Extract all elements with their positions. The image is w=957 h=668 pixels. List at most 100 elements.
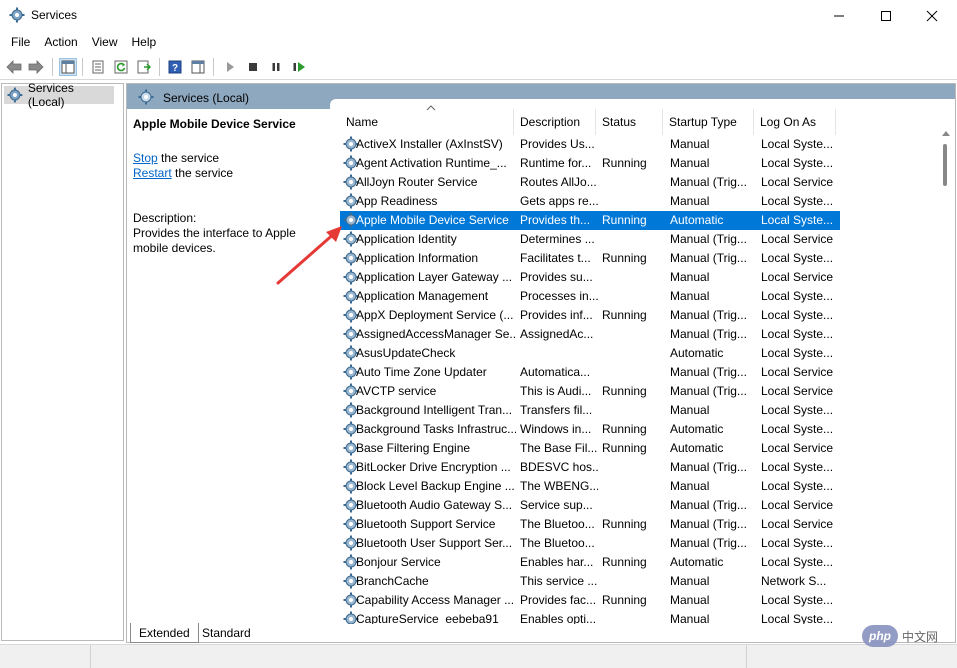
tree-node-services-local[interactable]: Services (Local) — [4, 81, 114, 109]
column-header-status[interactable]: Status — [596, 109, 663, 135]
service-startup-cell: Manual — [670, 479, 710, 493]
scroll-up-icon[interactable] — [942, 130, 950, 136]
show-hide-action-pane-button[interactable] — [189, 58, 207, 76]
service-status-cell: Running — [602, 213, 647, 227]
export-list-button[interactable] — [135, 58, 153, 76]
service-name-cell: Application Identity — [356, 232, 457, 246]
menu-help[interactable]: Help — [125, 32, 164, 52]
service-row[interactable]: Application Information Facilitates t... R… — [340, 249, 840, 268]
service-startup-cell: Automatic — [670, 213, 724, 227]
tab-extended[interactable]: Extended — [130, 623, 199, 643]
service-name-cell: AppX Deployment Service (... — [356, 308, 514, 322]
description-text: Provides the interface to Apple mobile d… — [133, 226, 296, 255]
service-row[interactable]: Background Tasks Infrastruc... Windows in… — [340, 420, 840, 439]
service-row[interactable]: Application Identity Determines ... Manual… — [340, 230, 840, 249]
service-name-cell: BranchCache — [356, 574, 429, 588]
column-header-startup-type[interactable]: Startup Type — [663, 109, 754, 135]
service-row[interactable]: Bonjour Service Enables har... Running Auto… — [340, 553, 840, 572]
service-row[interactable]: Auto Time Zone Updater Automatica... Manua… — [340, 363, 840, 382]
back-button[interactable] — [5, 58, 23, 76]
service-status-cell — [602, 401, 666, 420]
column-header-log-on-as[interactable]: Log On As — [754, 109, 836, 135]
service-row[interactable]: ActiveX Installer (AxInstSV) Provides Us.… — [340, 135, 840, 154]
restart-service-link[interactable]: Restart — [133, 166, 172, 180]
show-hide-console-tree-button[interactable] — [59, 58, 77, 76]
service-startup-cell: Manual (Trig... — [670, 327, 747, 341]
minimize-icon — [834, 15, 844, 16]
maximize-button[interactable] — [863, 0, 909, 31]
service-action-links: Stop the service Restart the service — [133, 151, 324, 181]
service-description-cell: Gets apps re... — [520, 194, 598, 208]
service-logon-cell: Local Syste... — [761, 194, 834, 208]
service-startup-cell: Manual (Trig... — [670, 308, 747, 322]
service-row[interactable]: App Readiness Gets apps re... Manual Local … — [340, 192, 840, 211]
service-row[interactable]: BitLocker Drive Encryption ... BDESVC hos… — [340, 458, 840, 477]
vertical-scrollbar[interactable] — [940, 126, 952, 624]
status-divider — [746, 645, 747, 668]
menu-file[interactable]: File — [4, 32, 37, 52]
service-description-cell: Automatica... — [520, 365, 591, 379]
service-logon-cell: Local Syste... — [761, 327, 834, 341]
service-row[interactable]: Base Filtering Engine The Base Fil... Runn… — [340, 439, 840, 458]
service-name-cell: Bluetooth User Support Ser... — [356, 536, 513, 550]
service-row[interactable]: AsusUpdateCheck Automatic Local Syste... — [340, 344, 840, 363]
service-row[interactable]: AppX Deployment Service (... Provides inf… — [340, 306, 840, 325]
service-row[interactable]: BranchCache This service ... Manual Network… — [340, 572, 840, 591]
service-row[interactable]: AssignedAccessManager Se... AssignedAc...… — [340, 325, 840, 344]
start-service-button[interactable] — [221, 58, 239, 76]
svg-text:?: ? — [172, 63, 178, 74]
service-name-cell: Bluetooth Audio Gateway S... — [356, 498, 513, 512]
service-startup-cell: Manual (Trig... — [670, 365, 747, 379]
restart-service-button[interactable] — [290, 58, 308, 76]
scrollbar-thumb[interactable] — [943, 144, 947, 186]
tab-standard[interactable]: Standard — [194, 623, 259, 643]
minimize-button[interactable] — [816, 0, 862, 31]
service-name-cell: Apple Mobile Device Service — [356, 213, 509, 227]
service-startup-cell: Manual — [670, 156, 710, 170]
service-status-cell — [602, 287, 666, 306]
column-header-description[interactable]: Description — [514, 109, 596, 135]
service-status-cell: Running — [602, 308, 647, 322]
service-description-cell: Processes in... — [520, 289, 598, 303]
service-name-cell: Application Layer Gateway ... — [356, 270, 513, 284]
pause-service-button[interactable] — [267, 58, 285, 76]
service-row[interactable]: AllJoyn Router Service Routes AllJo... Man… — [340, 173, 840, 192]
service-row[interactable]: Block Level Backup Engine ... The WBENG..… — [340, 477, 840, 496]
service-row[interactable]: Apple Mobile Device Service Provides th..… — [340, 211, 840, 230]
stop-service-link[interactable]: Stop — [133, 151, 158, 165]
properties-button[interactable] — [89, 58, 107, 76]
service-logon-cell: Local Syste... — [761, 251, 834, 265]
service-row[interactable]: Background Intelligent Tran... Transfers … — [340, 401, 840, 420]
service-row[interactable]: Agent Activation Runtime_... Runtime for.… — [340, 154, 840, 173]
service-description-cell: Enables opti... — [520, 612, 597, 624]
service-logon-cell: Local Syste... — [761, 156, 834, 170]
help-button[interactable]: ? — [166, 58, 184, 76]
stop-service-button[interactable] — [244, 58, 262, 76]
service-status-cell — [602, 268, 666, 287]
service-description-cell: The Bluetoo... — [520, 536, 595, 550]
services-list: Name Description Status Startup Type Log… — [330, 99, 955, 624]
refresh-button[interactable] — [112, 58, 130, 76]
menu-action[interactable]: Action — [37, 32, 84, 52]
service-startup-cell: Manual (Trig... — [670, 232, 747, 246]
service-startup-cell: Automatic — [670, 555, 724, 569]
service-row[interactable]: Bluetooth Support Service The Bluetoo... R… — [340, 515, 840, 534]
forward-button[interactable] — [27, 58, 45, 76]
service-name-cell: AllJoyn Router Service — [356, 175, 478, 189]
column-header-name[interactable]: Name — [340, 109, 514, 135]
service-description-cell: Service sup... — [520, 498, 593, 512]
service-row[interactable]: Capability Access Manager ... Provides fa… — [340, 591, 840, 610]
menu-view[interactable]: View — [85, 32, 125, 52]
service-description-cell: This is Audi... — [520, 384, 592, 398]
service-name-cell: Background Intelligent Tran... — [356, 403, 513, 417]
service-row[interactable]: Application Management Processes in... Man… — [340, 287, 840, 306]
service-row[interactable]: Bluetooth Audio Gateway S... Service sup.… — [340, 496, 840, 515]
service-name-cell: Application Management — [356, 289, 489, 303]
close-button[interactable] — [909, 0, 955, 31]
service-startup-cell: Automatic — [670, 346, 724, 360]
service-row[interactable]: Application Layer Gateway ... Provides su… — [340, 268, 840, 287]
service-row[interactable]: Bluetooth User Support Ser... The Bluetoo… — [340, 534, 840, 553]
service-row[interactable]: AVCTP service This is Audi... Running Manua… — [340, 382, 840, 401]
service-logon-cell: Local Syste... — [761, 479, 834, 493]
service-row[interactable]: CaptureService_eebeba91 Enables opti... Ma… — [340, 610, 840, 624]
